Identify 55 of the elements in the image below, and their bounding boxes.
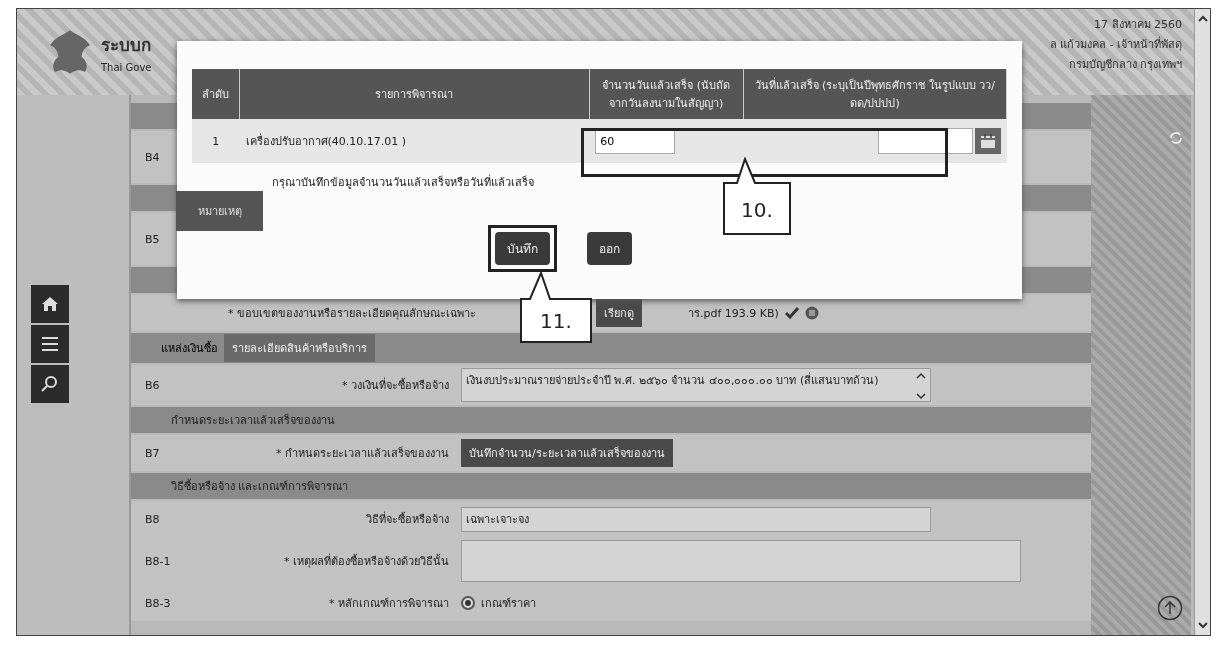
column-header: รายการพิจารณา bbox=[239, 69, 590, 119]
row-code: B8-1 bbox=[144, 554, 172, 568]
scroll-top-icon[interactable] bbox=[1157, 595, 1183, 621]
text-area[interactable]: เงินงบประมาณรายจ่ายประจำปี พ.ศ. ๒๕๖๐ จำนวน ๔๐๐,๐๐๐.๐๐ บาท (สี่แสนบาทถ้วน) bbox=[461, 368, 931, 402]
field-label: * เหตุผลที่ต้องซื้อหรือจ้างด้วยวิธีนั้น bbox=[283, 552, 450, 570]
section-header: กำหนดระยะเวลาแล้วเสร็จของงาน bbox=[131, 407, 1091, 433]
section-header: วิธีซื้อหรือจ้าง และเกณฑ์การพิจารณา bbox=[131, 473, 1091, 499]
search-button[interactable] bbox=[31, 365, 69, 403]
scroll-down-icon[interactable] bbox=[1197, 621, 1208, 629]
scroll-arrows-icon bbox=[916, 372, 926, 400]
calendar-button[interactable] bbox=[974, 128, 1001, 154]
save-duration-button[interactable]: บันทึกจำนวน/ระยะเวลาแล้วเสร็จของงาน bbox=[461, 439, 673, 467]
tab-button[interactable]: รายละเอียดสินค้าหรือบริการ bbox=[224, 334, 375, 362]
menu-icon bbox=[42, 337, 58, 351]
delete-icon[interactable] bbox=[804, 306, 819, 320]
home-icon bbox=[41, 296, 59, 312]
radio-button[interactable] bbox=[461, 596, 475, 610]
callout: 10. bbox=[723, 157, 791, 235]
field-label: วิธีที่จะซื้อหรือจ้าง bbox=[365, 510, 450, 528]
row-code: B5 bbox=[144, 232, 161, 246]
site-title: ระบบก bbox=[101, 34, 152, 57]
calendar-icon bbox=[979, 133, 996, 149]
field-label: * หลักเกณฑ์การพิจารณา bbox=[328, 596, 450, 612]
callout: 11. bbox=[520, 271, 592, 343]
column-header: จำนวนวันแล้วเสร็จ (นับถัดจากวันลงนามในสัญญา) bbox=[589, 69, 744, 119]
field-label: * กำหนดระยะเวลาแล้วเสร็จของงาน bbox=[275, 445, 450, 462]
table-cell: 1 bbox=[192, 119, 240, 163]
site-subtitle: Thai Gove bbox=[101, 62, 152, 73]
field-label: * ขอบเขตของงานหรือรายละเอียดคุณลักษณะเฉพาะ bbox=[227, 306, 477, 322]
row-code: B8-3 bbox=[144, 596, 172, 610]
browse-button[interactable]: เรียกดู bbox=[596, 299, 642, 327]
user-name: ล แก้วมงคล - เจ้าหน้าที่พัสดุ bbox=[1049, 35, 1182, 53]
menu-button[interactable] bbox=[31, 325, 69, 363]
column-header: วันที่แล้วเสร็จ (ระบุเป็นปีพุทธศักราช ในรูปแบบ วว/ดด/ปปปป) bbox=[743, 69, 1007, 119]
save-button[interactable]: บันทึก bbox=[494, 232, 550, 265]
row-code: B7 bbox=[144, 446, 161, 460]
subsection-title: แหล่งเงินซื้อ bbox=[161, 340, 218, 357]
scroll-up-icon[interactable] bbox=[1197, 15, 1208, 23]
date-text: 17 สิงหาคม 2560 bbox=[1094, 17, 1182, 33]
check-icon bbox=[784, 307, 799, 319]
message-text: กรุณาบันทึกข้อมูลจำนวนวันแล้วเสร็จหรือวันที่แล้วเสร็จ bbox=[272, 173, 535, 191]
field-label: * วงเงินที่จะซื้อหรือจ้าง bbox=[341, 376, 450, 394]
table-cell: เครื่องปรับอากาศ(40.10.17.01 ) bbox=[239, 119, 590, 163]
search-icon bbox=[41, 375, 59, 393]
note-button[interactable]: หมายเหตุ bbox=[176, 191, 263, 231]
radio-label: เกณฑ์ราคา bbox=[481, 596, 536, 612]
home-button[interactable] bbox=[31, 285, 69, 323]
field-value: เฉพาะเจาะจง bbox=[461, 506, 931, 532]
file-name: าร.pdf 193.9 KB) bbox=[688, 306, 779, 322]
row-code: B6 bbox=[144, 378, 161, 392]
row-code: B4 bbox=[144, 150, 161, 164]
exit-button[interactable]: ออก bbox=[586, 232, 632, 265]
column-header: ลำดับ bbox=[192, 69, 240, 119]
department-name: กรมบัญชีกลาง กรุงเทพฯ bbox=[1068, 57, 1182, 73]
row-code: B8 bbox=[144, 512, 161, 526]
